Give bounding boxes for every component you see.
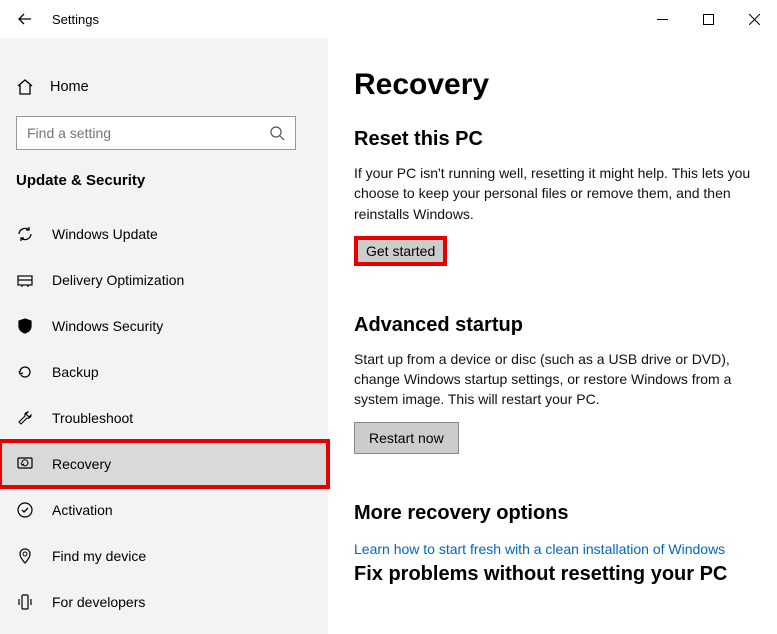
search-field[interactable] bbox=[27, 125, 269, 141]
home-label: Home bbox=[50, 79, 89, 95]
get-started-button[interactable]: Get started bbox=[354, 236, 447, 266]
content-pane: Recovery Reset this PC If your PC isn't … bbox=[328, 38, 777, 634]
advanced-body: Start up from a device or disc (such as … bbox=[354, 349, 751, 410]
search-input[interactable] bbox=[16, 116, 296, 150]
sidebar-item-label: Find my device bbox=[52, 548, 146, 564]
advanced-heading: Advanced startup bbox=[354, 314, 751, 337]
minimize-button[interactable] bbox=[639, 0, 685, 38]
sidebar-item-label: Windows Security bbox=[52, 318, 163, 334]
sync-icon bbox=[16, 225, 34, 243]
reset-heading: Reset this PC bbox=[354, 128, 751, 151]
developers-icon bbox=[16, 593, 34, 611]
more-heading: More recovery options bbox=[354, 502, 751, 525]
sidebar-item-recovery[interactable]: Recovery bbox=[0, 441, 328, 487]
sidebar-item-windows-security[interactable]: Windows Security bbox=[0, 303, 328, 349]
search-icon bbox=[269, 125, 285, 141]
nav-list: Windows Update Delivery Optimization Win… bbox=[0, 211, 328, 625]
back-button[interactable] bbox=[10, 11, 40, 27]
sidebar-item-activation[interactable]: Activation bbox=[0, 487, 328, 533]
sidebar-item-windows-update[interactable]: Windows Update bbox=[0, 211, 328, 257]
sidebar-item-label: For developers bbox=[52, 594, 145, 610]
recovery-icon bbox=[16, 455, 34, 473]
section-heading: Update & Security bbox=[0, 154, 328, 201]
sidebar: Home Update & Security Windows Update bbox=[0, 38, 328, 634]
fix-heading: Fix problems without resetting your PC bbox=[354, 563, 751, 586]
page-title: Recovery bbox=[354, 68, 751, 102]
delivery-icon bbox=[16, 271, 34, 289]
sidebar-item-label: Activation bbox=[52, 502, 113, 518]
home-icon bbox=[16, 78, 34, 96]
settings-window: Settings Home bbox=[0, 0, 777, 634]
minimize-icon bbox=[657, 14, 668, 25]
home-nav[interactable]: Home bbox=[0, 66, 328, 108]
sidebar-item-find-my-device[interactable]: Find my device bbox=[0, 533, 328, 579]
sidebar-item-for-developers[interactable]: For developers bbox=[0, 579, 328, 625]
close-button[interactable] bbox=[731, 0, 777, 38]
sidebar-item-label: Backup bbox=[52, 364, 99, 380]
sidebar-item-label: Windows Update bbox=[52, 226, 158, 242]
sidebar-item-label: Troubleshoot bbox=[52, 410, 133, 426]
shield-icon bbox=[16, 317, 34, 335]
sidebar-item-label: Delivery Optimization bbox=[52, 272, 184, 288]
wrench-icon bbox=[16, 409, 34, 427]
sidebar-item-delivery-optimization[interactable]: Delivery Optimization bbox=[0, 257, 328, 303]
location-icon bbox=[16, 547, 34, 565]
maximize-icon bbox=[703, 14, 714, 25]
maximize-button[interactable] bbox=[685, 0, 731, 38]
sidebar-item-backup[interactable]: Backup bbox=[0, 349, 328, 395]
restart-now-button[interactable]: Restart now bbox=[354, 422, 459, 454]
window-title: Settings bbox=[52, 12, 99, 27]
reset-body: If your PC isn't running well, resetting… bbox=[354, 163, 751, 224]
titlebar: Settings bbox=[0, 0, 777, 38]
close-icon bbox=[749, 14, 760, 25]
sidebar-item-troubleshoot[interactable]: Troubleshoot bbox=[0, 395, 328, 441]
check-circle-icon bbox=[16, 501, 34, 519]
sidebar-item-label: Recovery bbox=[52, 456, 111, 472]
backup-icon bbox=[16, 363, 34, 381]
arrow-left-icon bbox=[17, 11, 33, 27]
clean-install-link[interactable]: Learn how to start fresh with a clean in… bbox=[354, 541, 725, 557]
